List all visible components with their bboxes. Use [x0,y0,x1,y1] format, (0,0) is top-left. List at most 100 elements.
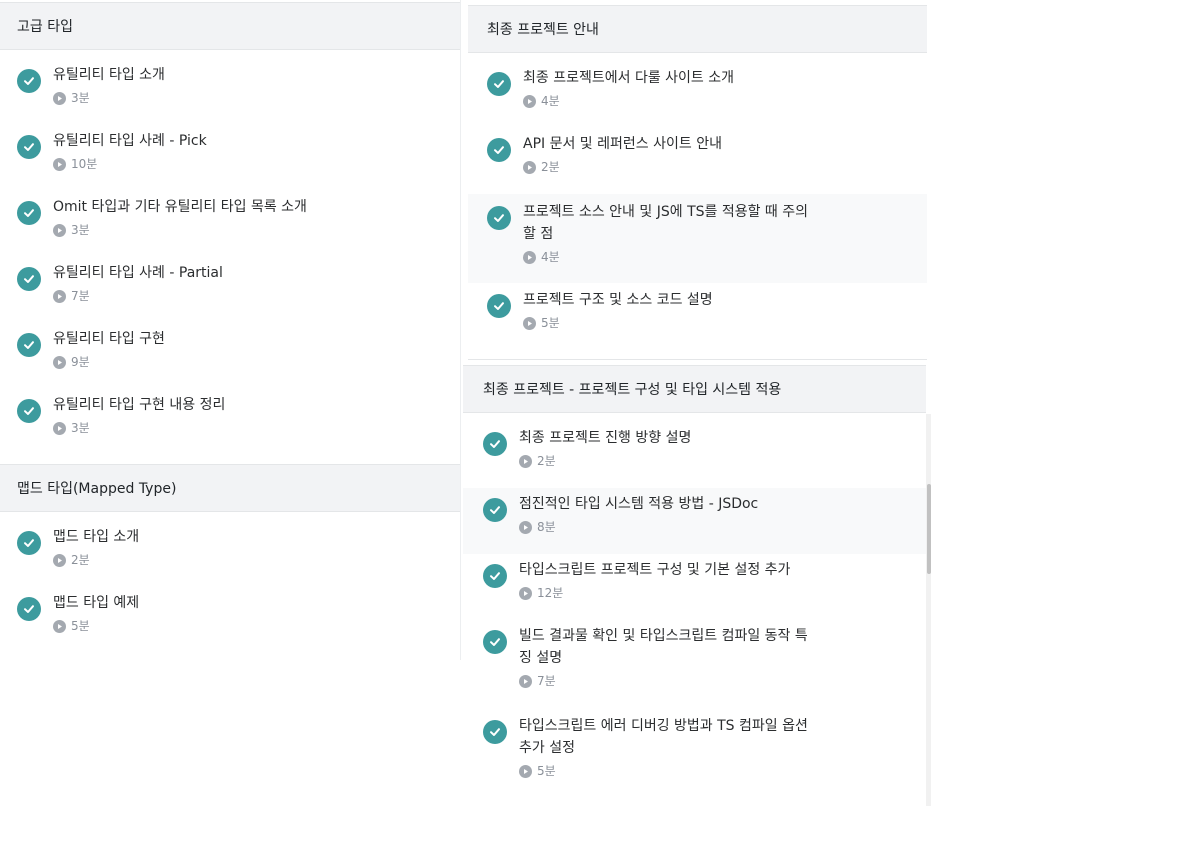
lecture-item[interactable]: 유틸리티 타입 구현 9분 [17,328,165,370]
lecture-duration: 7분 [537,674,556,688]
section-title: 고급 타입 [17,19,73,35]
lecture-item[interactable]: 최종 프로젝트에서 다룰 사이트 소개 4분 [487,67,734,109]
lecture-title: 최종 프로젝트에서 다룰 사이트 소개 [523,70,734,86]
lecture-duration: 4분 [541,94,560,108]
lecture-duration: 2분 [71,553,90,567]
lecture-title: API 문서 및 레퍼런스 사이트 안내 [523,136,722,152]
check-circle-icon [487,138,511,162]
lecture-duration: 2분 [541,160,560,174]
section-header-mapped-type[interactable]: 맵드 타입(Mapped Type) [0,464,460,512]
lecture-title: 맵드 타입 소개 [53,529,140,545]
lecture-title: 유틸리티 타입 구현 [53,331,165,347]
lecture-title-line-1: 프로젝트 소스 안내 및 JS에 TS를 적용할 때 주의 [523,204,809,220]
check-circle-icon [487,294,511,318]
section-header-final-project-guide[interactable]: 최종 프로젝트 안내 [468,5,927,53]
play-icon [523,94,536,108]
lecture-item[interactable]: 최종 프로젝트 진행 방향 설명 2분 [483,427,691,469]
curriculum-right-bottom-panel: 최종 프로젝트 - 프로젝트 구성 및 타입 시스템 적용 최종 프로젝트 진행… [463,365,926,806]
lecture-item[interactable]: 프로젝트 구조 및 소스 코드 설명 5분 [487,289,713,331]
lecture-item[interactable]: 맵드 타입 소개 2분 [17,526,139,568]
lecture-title: 유틸리티 타입 소개 [53,67,165,83]
section-header-advanced-types[interactable]: 고급 타입 [0,2,460,50]
play-icon [53,355,66,369]
lecture-item[interactable]: 타입스크립트 프로젝트 구성 및 기본 설정 추가 12분 [483,559,790,601]
lecture-item[interactable]: 맵드 타입 예제 5분 [17,592,139,634]
check-circle-icon [17,597,41,621]
lecture-title: 점진적인 타입 시스템 적용 방법 - JSDoc [519,496,759,512]
play-icon [519,520,532,534]
curriculum-right-top-panel: 최종 프로젝트 안내 최종 프로젝트에서 다룰 사이트 소개 4분 API 문서… [468,0,927,360]
lecture-duration: 4분 [541,250,560,264]
lecture-title: 유틸리티 타입 구현 내용 정리 [53,397,226,413]
lecture-title: Omit 타입과 기타 유틸리티 타입 목록 소개 [53,199,307,215]
check-circle-icon [17,69,41,93]
play-icon [53,91,66,105]
lecture-title-line-2: 할 점 [523,226,554,242]
lecture-title: 최종 프로젝트 진행 방향 설명 [519,430,692,446]
check-circle-icon [487,206,511,230]
lecture-title: 타입스크립트 프로젝트 구성 및 기본 설정 추가 [519,562,791,578]
lecture-duration: 7분 [71,289,90,303]
play-icon [523,250,536,264]
check-circle-icon [483,630,507,654]
lecture-item[interactable]: Omit 타입과 기타 유틸리티 타입 목록 소개 3분 [17,196,307,238]
play-icon [523,160,536,174]
play-icon [53,553,66,567]
play-icon [53,289,66,303]
lecture-item[interactable]: 유틸리티 타입 구현 내용 정리 3분 [17,394,225,436]
section-title: 최종 프로젝트 - 프로젝트 구성 및 타입 시스템 적용 [483,382,782,398]
lecture-title: 프로젝트 구조 및 소스 코드 설명 [523,292,713,308]
lecture-title: 맵드 타입 예제 [53,595,140,611]
lecture-title-line-2: 징 설명 [519,650,563,666]
lecture-item-hovered[interactable]: 점진적인 타입 시스템 적용 방법 - JSDoc 8분 [463,488,926,554]
scrollbar-thumb[interactable] [927,484,931,574]
check-circle-icon [17,531,41,555]
lecture-duration: 10분 [71,157,98,171]
curriculum-left-panel: 고급 타입 유틸리티 타입 소개 3분 유틸리티 타입 사례 - Pick 10… [0,0,461,660]
section-title: 최종 프로젝트 안내 [487,22,599,38]
play-icon [519,764,532,778]
lecture-duration: 9분 [71,355,90,369]
lecture-duration: 3분 [71,91,90,105]
play-icon [519,674,532,688]
check-circle-icon [487,72,511,96]
lecture-item-hovered[interactable]: 프로젝트 소스 안내 및 JS에 TS를 적용할 때 주의 할 점 4분 [468,194,927,283]
lecture-duration: 5분 [71,619,90,633]
check-circle-icon [17,399,41,423]
lecture-duration: 12분 [537,586,564,600]
lecture-title: 유틸리티 타입 사례 - Pick [53,133,207,149]
check-circle-icon [483,564,507,588]
play-icon [519,454,532,468]
lecture-duration: 5분 [537,764,556,778]
play-icon [53,223,66,237]
check-circle-icon [483,432,507,456]
check-circle-icon [17,267,41,291]
lecture-duration: 3분 [71,421,90,435]
play-icon [523,316,536,330]
lecture-duration: 5분 [541,316,560,330]
lecture-title: 유틸리티 타입 사례 - Partial [53,265,223,281]
section-title: 맵드 타입(Mapped Type) [17,481,177,497]
check-circle-icon [483,720,507,744]
lecture-title-line-2: 추가 설정 [519,740,575,756]
play-icon [53,157,66,171]
check-circle-icon [17,135,41,159]
play-icon [53,619,66,633]
lecture-duration: 8분 [537,520,556,534]
lecture-duration: 2분 [537,454,556,468]
lecture-item[interactable]: 유틸리티 타입 사례 - Pick 10분 [17,130,207,172]
check-circle-icon [17,333,41,357]
check-circle-icon [17,201,41,225]
lecture-duration: 3분 [71,223,90,237]
lecture-item[interactable]: 빌드 결과물 확인 및 타입스크립트 컴파일 동작 특 징 설명 7분 [483,625,808,689]
play-icon [53,421,66,435]
lecture-item[interactable]: 타입스크립트 에러 디버깅 방법과 TS 컴파일 옵션 추가 설정 5분 [483,715,808,779]
lecture-item[interactable]: 유틸리티 타입 사례 - Partial 7분 [17,262,223,304]
lecture-title-line-1: 타입스크립트 에러 디버깅 방법과 TS 컴파일 옵션 [519,718,808,734]
section-header-final-project-type-system[interactable]: 최종 프로젝트 - 프로젝트 구성 및 타입 시스템 적용 [463,365,926,413]
lecture-item[interactable]: API 문서 및 레퍼런스 사이트 안내 2분 [487,133,722,175]
scrollbar-track[interactable] [926,414,931,806]
play-icon [519,586,532,600]
lecture-title-line-1: 빌드 결과물 확인 및 타입스크립트 컴파일 동작 특 [519,628,808,644]
lecture-item[interactable]: 유틸리티 타입 소개 3분 [17,64,165,106]
